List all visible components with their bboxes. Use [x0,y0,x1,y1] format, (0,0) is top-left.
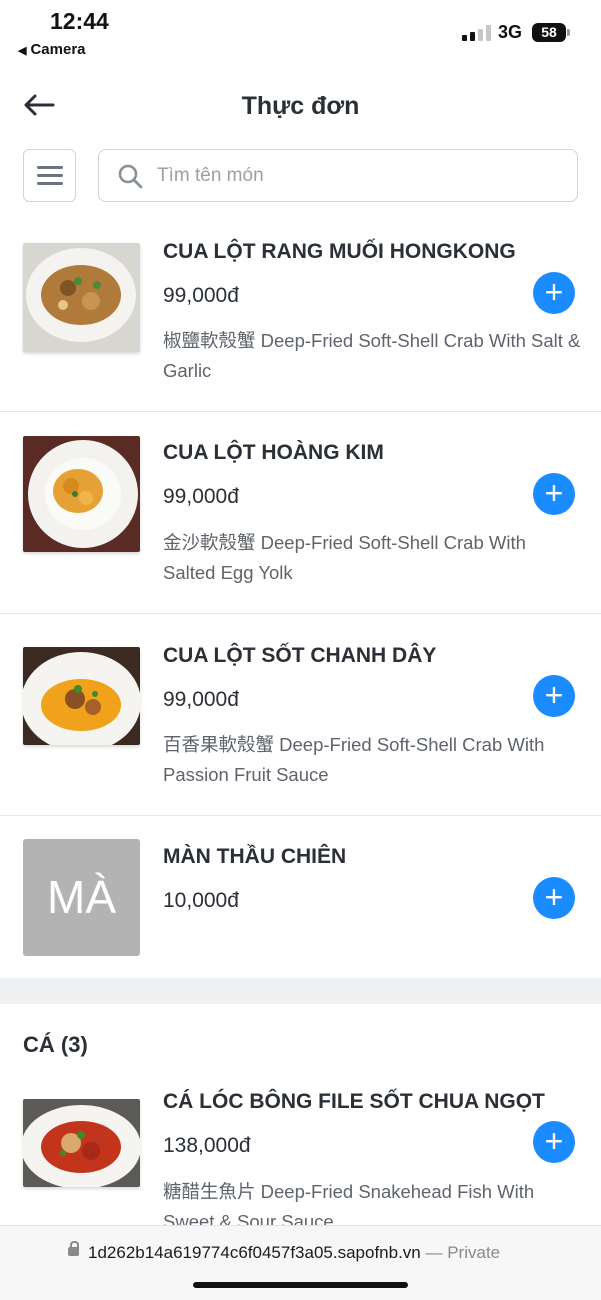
category-menu-button[interactable] [23,149,76,202]
item-description: 百香果軟殼蟹 Deep-Fried Soft-Shell Crab With P… [163,734,545,785]
item-description: 金沙軟殼蟹 Deep-Fried Soft-Shell Crab With Sa… [163,532,526,583]
browser-url-bar[interactable]: 1d262b14a619774c6f0457f3a05.sapofnb.vn —… [0,1225,601,1300]
item-name: CUA LỘT HOÀNG KIM [163,441,384,464]
menu-item[interactable]: CUA LỘT HOÀNG KIM 99,000đ + 金沙軟殼蟹 Deep-F… [0,412,601,614]
plus-icon[interactable]: + [533,473,575,515]
dish-photo [23,647,140,745]
item-price: 10,000đ [163,889,239,912]
item-price: 99,000đ [163,284,239,307]
plus-icon[interactable]: + [533,1121,575,1163]
hamburger-icon [37,166,63,169]
back-to-app-link[interactable]: ◀ Camera [18,41,86,58]
item-name: CÁ LÓC BÔNG FILE SỐT CHUA NGỌT [163,1090,545,1113]
page-header: Thực đơn [0,80,601,136]
status-bar: 12:44 ◀ Camera 3G 58 [0,0,601,70]
dish-photo [23,436,140,552]
category-title: CÁ (3) [23,1032,88,1057]
item-name: CUA LỘT RANG MUỐI HONGKONG [163,240,516,263]
dish-photo [23,243,140,352]
battery-icon: 58 [532,23,570,42]
home-indicator[interactable] [193,1282,408,1288]
menu-item[interactable]: MÀ MÀN THẦU CHIÊN 10,000đ + [0,816,601,978]
url-text: 1d262b14a619774c6f0457f3a05.sapofnb.vn —… [88,1243,500,1263]
item-description: 椒鹽軟殼蟹 Deep-Fried Soft-Shell Crab With Sa… [163,330,581,381]
url-domain: 1d262b14a619774c6f0457f3a05.sapofnb.vn [88,1243,421,1262]
network-type: 3G [498,22,523,42]
status-time: 12:44 [50,8,109,34]
item-price: 99,000đ [163,485,239,508]
menu-item[interactable]: CUA LỘT SỐT CHANH DÂY 99,000đ + 百香果軟殼蟹 D… [0,614,601,816]
item-name: MÀN THẦU CHIÊN [163,845,347,868]
signal-icon [462,25,492,41]
menu-item[interactable]: CUA LỘT RANG MUỐI HONGKONG 99,000đ + 椒鹽軟… [0,222,601,412]
plus-icon[interactable]: + [533,675,575,717]
search-icon [118,164,143,189]
dish-photo [23,1099,140,1187]
item-price: 99,000đ [163,688,239,711]
back-triangle-icon: ◀ [18,45,27,57]
dish-placeholder-image: MÀ [23,839,140,956]
plus-icon[interactable]: + [533,272,575,314]
search-input[interactable] [157,160,557,192]
item-description: 糖醋生魚片 Deep-Fried Snakehead Fish With Swe… [163,1181,535,1228]
menu-item[interactable]: CÁ LÓC BÔNG FILE SỐT CHUA NGỌT 138,000đ … [0,1078,601,1228]
url-privacy: — Private [420,1243,501,1262]
back-app-label: Camera [30,41,86,58]
page-title: Thực đơn [241,92,360,120]
item-name: CUA LỘT SỐT CHANH DÂY [163,644,437,667]
plus-icon[interactable]: + [533,877,575,919]
section-divider [0,978,601,1004]
item-price: 138,000đ [163,1134,251,1157]
lock-icon [68,1241,79,1256]
search-box [98,149,578,202]
